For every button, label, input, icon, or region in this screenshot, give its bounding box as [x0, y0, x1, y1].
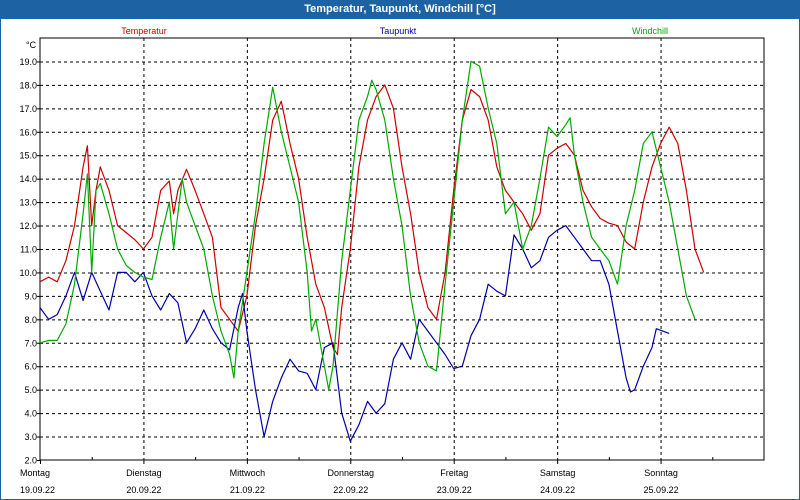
grid [40, 38, 764, 460]
x-tick-day: Mittwoch [230, 468, 266, 478]
legend-taupunkt: Taupunkt [380, 26, 417, 36]
series-lines [39, 60, 705, 442]
y-tick-label: 18.0 [19, 80, 37, 90]
y-tick-label: 3.0 [24, 432, 37, 442]
y-tick-label: 15.0 [19, 151, 37, 161]
y-tick-label: 11.0 [20, 245, 37, 255]
x-tick-day: Sonntag [644, 468, 678, 478]
x-tick-date: 19.09.22 [20, 485, 55, 495]
x-tick-date: 20.09.22 [126, 485, 161, 495]
y-axis-unit: °C [26, 40, 37, 50]
series-line-taupunkt [39, 225, 670, 442]
y-tick-label: 2.0 [24, 456, 37, 466]
y-tick-label: 16.0 [19, 127, 37, 137]
x-tick-date: 25.09.22 [644, 485, 679, 495]
legend-windchill: Windchill [632, 26, 668, 36]
y-tick-label: 9.0 [24, 291, 37, 301]
series-line-windchill [39, 60, 696, 391]
y-tick-label: 14.0 [19, 174, 37, 184]
x-tick-day: Samstag [540, 468, 576, 478]
chart-canvas: 2.0 3.0 4.0 5.0 6.0 7.0 8.0 9.0 10.0 11.0 12.0 13.0… [19, 26, 765, 495]
x-tick-date: 24.09.22 [540, 485, 575, 495]
legend-temperatur: Temperatur [121, 26, 167, 36]
x-tick-date: 22.09.22 [333, 485, 368, 495]
x-tick-day: Montag [20, 468, 50, 478]
y-tick-label: 17.0 [19, 104, 37, 114]
y-tick-label: 19.0 [19, 57, 37, 67]
y-tick-label: 13.0 [19, 198, 37, 208]
y-tick-label: 7.0 [24, 338, 37, 348]
axes: 2.0 3.0 4.0 5.0 6.0 7.0 8.0 9.0 10.0 11.0 12.0 13.0… [19, 37, 765, 495]
x-tick-date: 23.09.22 [437, 485, 472, 495]
x-tick-day: Dienstag [126, 468, 162, 478]
y-tick-label: 4.0 [24, 409, 37, 419]
y-tick-label: 5.0 [24, 385, 37, 395]
x-tick-day: Freitag [440, 468, 468, 478]
x-tick-day: Donnerstag [328, 468, 375, 478]
y-tick-label: 12.0 [19, 221, 37, 231]
series-line-temperatur [39, 84, 705, 356]
y-tick-label: 10.0 [19, 268, 37, 278]
y-tick-label: 8.0 [24, 315, 37, 325]
y-tick-label: 6.0 [24, 362, 37, 372]
x-tick-date: 21.09.22 [230, 485, 265, 495]
